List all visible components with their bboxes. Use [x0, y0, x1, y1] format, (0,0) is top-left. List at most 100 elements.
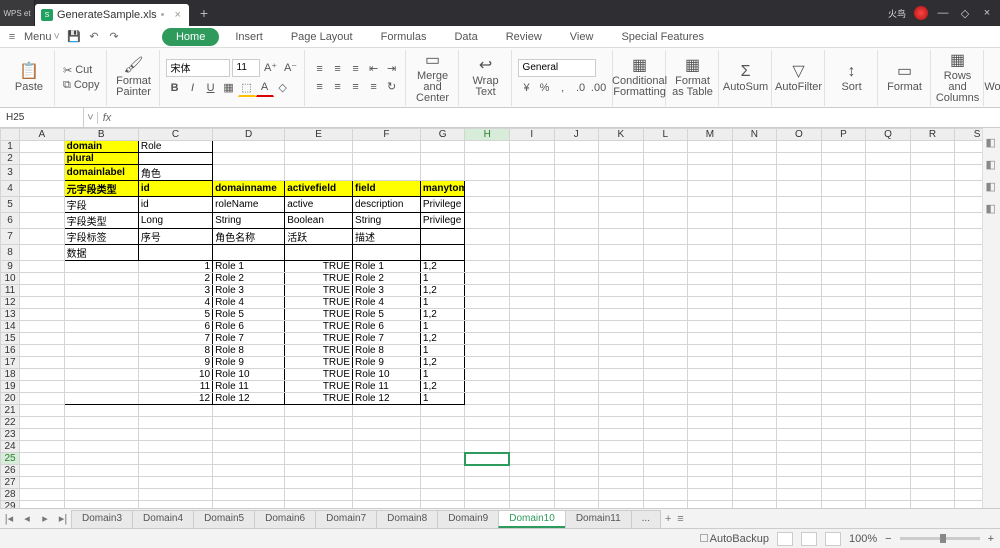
- cell[interactable]: 12: [138, 393, 212, 405]
- cell[interactable]: [599, 181, 644, 197]
- cell[interactable]: plural: [64, 153, 138, 165]
- ribbon-tab-formulas[interactable]: Formulas: [369, 28, 439, 46]
- side-style-icon[interactable]: ◧: [986, 158, 998, 170]
- cell[interactable]: [732, 141, 777, 153]
- cell[interactable]: [353, 141, 421, 153]
- cell[interactable]: [777, 165, 822, 181]
- cell[interactable]: [509, 181, 554, 197]
- cell[interactable]: [643, 333, 688, 345]
- cell[interactable]: [20, 197, 65, 213]
- cell[interactable]: Role 2: [353, 273, 421, 285]
- cell[interactable]: [509, 309, 554, 321]
- cell[interactable]: [509, 321, 554, 333]
- cell[interactable]: [910, 165, 955, 181]
- cell[interactable]: [643, 309, 688, 321]
- cell[interactable]: [509, 285, 554, 297]
- cell[interactable]: 1,2: [420, 333, 465, 345]
- cell[interactable]: [910, 477, 955, 489]
- col-header-K[interactable]: K: [599, 129, 644, 141]
- font-size-select[interactable]: 11: [232, 59, 260, 77]
- cell[interactable]: [866, 417, 911, 429]
- cell[interactable]: [465, 285, 510, 297]
- cell[interactable]: [688, 165, 733, 181]
- cell[interactable]: [465, 405, 510, 417]
- cell[interactable]: [64, 333, 138, 345]
- cell[interactable]: [910, 429, 955, 441]
- cell[interactable]: Boolean: [285, 213, 353, 229]
- cell[interactable]: [910, 453, 955, 465]
- cell[interactable]: [821, 285, 866, 297]
- cell[interactable]: [910, 333, 955, 345]
- cell[interactable]: [643, 345, 688, 357]
- cell[interactable]: [821, 441, 866, 453]
- autobackup-status[interactable]: AutoBackup: [700, 533, 769, 545]
- cell[interactable]: Role 11: [213, 381, 285, 393]
- cell[interactable]: [465, 321, 510, 333]
- justify-button[interactable]: ≡: [365, 78, 383, 96]
- bold-button[interactable]: B: [166, 79, 184, 97]
- cell[interactable]: [353, 501, 421, 509]
- cell[interactable]: [20, 273, 65, 285]
- cell[interactable]: [509, 297, 554, 309]
- cell[interactable]: [866, 381, 911, 393]
- cell[interactable]: [643, 417, 688, 429]
- cell[interactable]: [777, 369, 822, 381]
- cell[interactable]: [910, 369, 955, 381]
- cell[interactable]: [643, 261, 688, 273]
- cell[interactable]: [509, 441, 554, 453]
- cell[interactable]: [777, 309, 822, 321]
- cell[interactable]: [643, 141, 688, 153]
- cell[interactable]: [910, 321, 955, 333]
- cell[interactable]: [64, 273, 138, 285]
- cell[interactable]: TRUE: [285, 285, 353, 297]
- cell[interactable]: [910, 381, 955, 393]
- border-button[interactable]: ▦: [220, 79, 238, 97]
- cell[interactable]: [213, 165, 285, 181]
- row-header-23[interactable]: 23: [1, 429, 20, 441]
- cell[interactable]: [509, 381, 554, 393]
- cell[interactable]: [420, 465, 465, 477]
- cell[interactable]: [821, 429, 866, 441]
- col-header-D[interactable]: D: [213, 129, 285, 141]
- cell[interactable]: [213, 245, 285, 261]
- cell[interactable]: [509, 369, 554, 381]
- cell[interactable]: 4: [138, 297, 212, 309]
- row-header-18[interactable]: 18: [1, 369, 20, 381]
- cell[interactable]: [732, 465, 777, 477]
- cell[interactable]: [420, 477, 465, 489]
- cell[interactable]: [599, 285, 644, 297]
- row-header-12[interactable]: 12: [1, 297, 20, 309]
- cell[interactable]: [20, 285, 65, 297]
- cell[interactable]: [910, 213, 955, 229]
- cell[interactable]: [866, 153, 911, 165]
- cell[interactable]: [821, 417, 866, 429]
- undo-icon[interactable]: ↶: [86, 29, 102, 45]
- cell[interactable]: [20, 417, 65, 429]
- cell[interactable]: TRUE: [285, 261, 353, 273]
- cell[interactable]: [599, 297, 644, 309]
- cell[interactable]: [688, 181, 733, 197]
- format-as-table-button[interactable]: ▦Format as Table: [672, 57, 714, 98]
- cell[interactable]: 角色: [138, 165, 212, 181]
- sheet-first-icon[interactable]: |◂: [0, 512, 18, 525]
- cell[interactable]: [732, 489, 777, 501]
- cell[interactable]: domain: [64, 141, 138, 153]
- underline-button[interactable]: U: [202, 79, 220, 97]
- cell[interactable]: 1: [138, 261, 212, 273]
- fill-color-button[interactable]: ⬚: [238, 79, 256, 97]
- cell[interactable]: [866, 489, 911, 501]
- cell[interactable]: TRUE: [285, 357, 353, 369]
- name-box-dropdown-icon[interactable]: ˅: [84, 112, 98, 124]
- cell[interactable]: [910, 345, 955, 357]
- cell[interactable]: [213, 465, 285, 477]
- number-format-select[interactable]: General: [518, 59, 596, 77]
- cell[interactable]: Role 4: [353, 297, 421, 309]
- sheet-tab-domain4[interactable]: Domain4: [132, 510, 194, 528]
- cell[interactable]: [688, 245, 733, 261]
- cell[interactable]: [688, 261, 733, 273]
- cell[interactable]: [821, 309, 866, 321]
- cell[interactable]: active: [285, 197, 353, 213]
- cell[interactable]: [777, 429, 822, 441]
- cell[interactable]: domainlabel: [64, 165, 138, 181]
- cell[interactable]: 7: [138, 333, 212, 345]
